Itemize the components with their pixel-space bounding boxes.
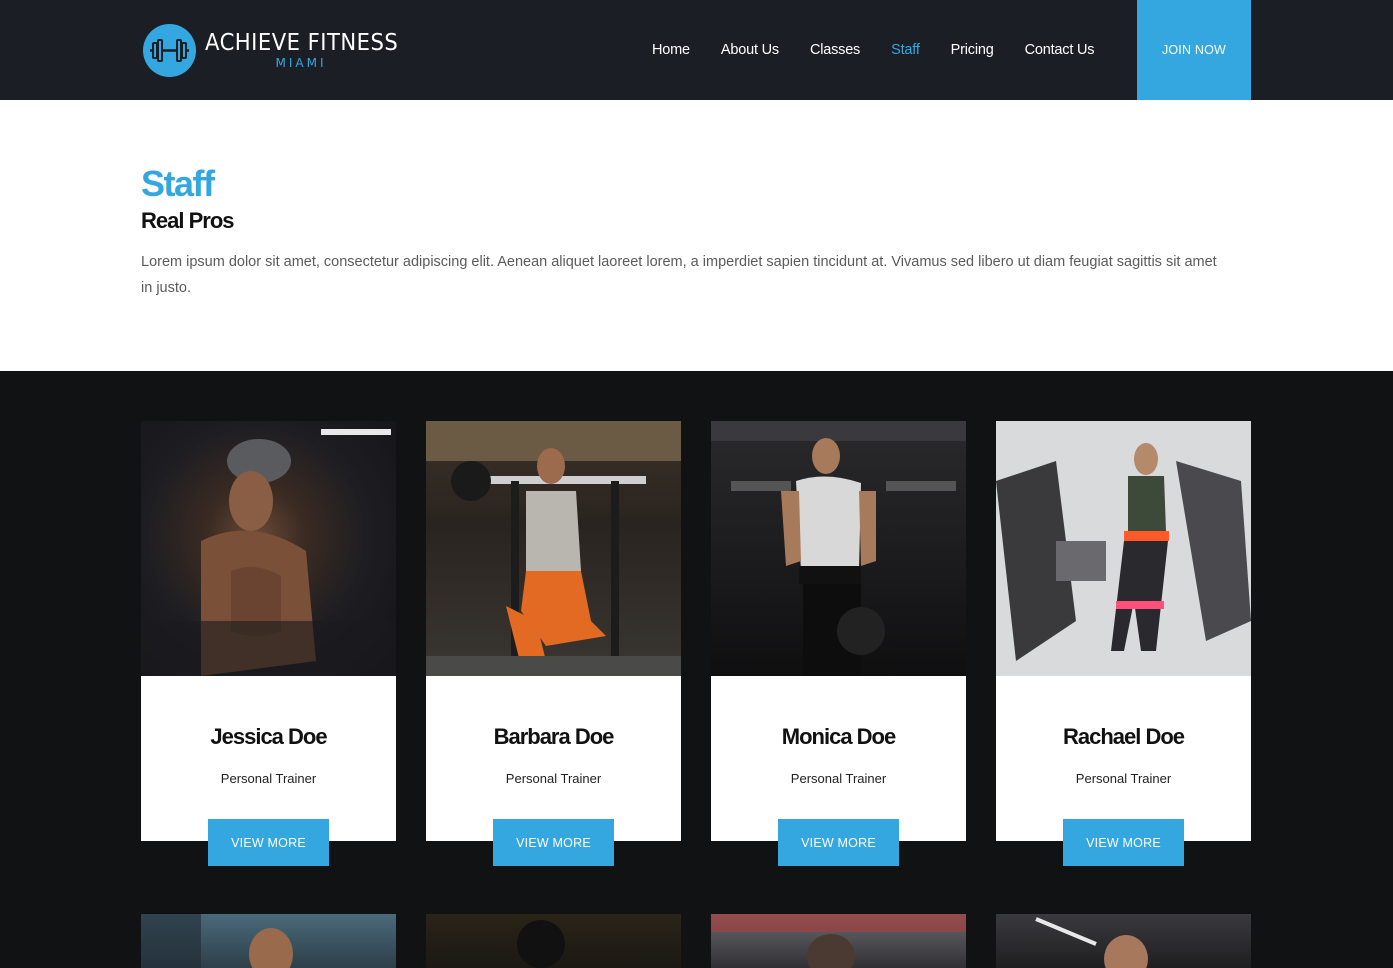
- staff-photo: [996, 914, 1251, 968]
- logo-subtitle: MIAMI: [275, 56, 327, 70]
- staff-card: Barbara Doe Personal Trainer VIEW MORE: [426, 421, 681, 866]
- page-title: Staff: [141, 163, 215, 204]
- view-more-button[interactable]: VIEW MORE: [208, 819, 329, 866]
- nav-about-us[interactable]: About Us: [721, 42, 779, 58]
- intro-text: Lorem ipsum dolor sit amet, consectetur …: [141, 254, 1217, 296]
- staff-card-body: Jessica Doe Personal Trainer VIEW MORE: [141, 676, 396, 866]
- staff-card-body: Barbara Doe Personal Trainer VIEW MORE: [426, 676, 681, 866]
- staff-photo: [141, 914, 396, 968]
- staff-section: Jessica Doe Personal Trainer VIEW MORE B…: [0, 371, 1393, 968]
- staff-card: Rachael Doe Personal Trainer VIEW MORE: [996, 421, 1251, 866]
- staff-photo: [426, 421, 681, 676]
- logo[interactable]: ACHIEVE FITNESS MIAMI: [143, 22, 415, 78]
- view-more-button[interactable]: VIEW MORE: [1063, 819, 1184, 866]
- nav-classes[interactable]: Classes: [810, 42, 860, 58]
- staff-card: Monica Doe Personal Trainer VIEW MORE: [711, 421, 966, 866]
- staff-name: Monica Doe: [781, 724, 896, 749]
- staff-name: Rachael Doe: [1062, 724, 1185, 749]
- staff-card: Jessica Doe Personal Trainer VIEW MORE: [141, 421, 396, 866]
- nav-pricing[interactable]: Pricing: [951, 42, 994, 58]
- view-more-button[interactable]: VIEW MORE: [778, 819, 899, 866]
- staff-role: Personal Trainer: [505, 771, 602, 786]
- staff-card-body: Rachael Doe Personal Trainer VIEW MORE: [996, 676, 1251, 866]
- nav-contact-us[interactable]: Contact Us: [1025, 42, 1095, 58]
- staff-name: Jessica Doe: [210, 724, 327, 749]
- staff-photo: [711, 421, 966, 676]
- site-header: ACHIEVE FITNESS MIAMI Home About Us Clas…: [0, 0, 1393, 100]
- page-subtitle: Real Pros: [141, 208, 234, 233]
- staff-name: Barbara Doe: [493, 724, 615, 749]
- staff-role: Personal Trainer: [220, 771, 317, 786]
- view-more-button[interactable]: VIEW MORE: [493, 819, 614, 866]
- staff-card-body: Monica Doe Personal Trainer VIEW MORE: [711, 676, 966, 866]
- staff-photo: [711, 914, 966, 968]
- intro-section: Staff Real Pros Lorem ipsum dolor sit am…: [0, 100, 1393, 371]
- staff-photo: [141, 421, 396, 676]
- staff-photo: [426, 914, 681, 968]
- nav-staff[interactable]: Staff: [891, 42, 920, 58]
- logo-title: ACHIEVE FITNESS: [205, 30, 399, 56]
- join-now-button[interactable]: JOIN NOW: [1137, 0, 1251, 100]
- main-nav: Home About Us Classes Staff Pricing Cont…: [652, 0, 1125, 100]
- nav-home[interactable]: Home: [652, 42, 690, 58]
- staff-role: Personal Trainer: [790, 771, 887, 786]
- staff-role: Personal Trainer: [1075, 771, 1172, 786]
- staff-photo: [996, 421, 1251, 676]
- dumbbell-icon: [143, 23, 196, 77]
